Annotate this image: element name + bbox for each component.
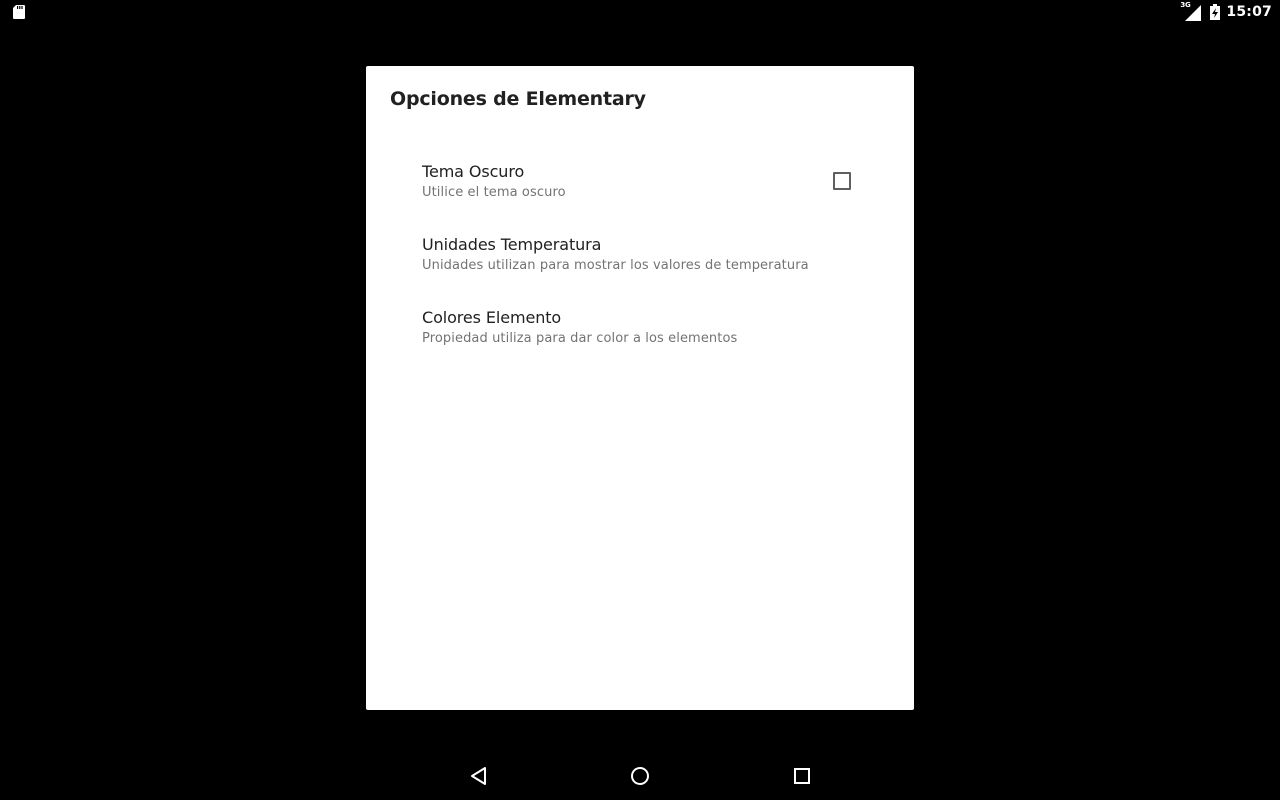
pref-summary: Utilice el tema oscuro (422, 185, 566, 200)
preference-list: Tema Oscuro Utilice el tema oscuro Unida… (366, 154, 914, 373)
recents-icon[interactable] (790, 764, 814, 788)
pref-item-dark-theme[interactable]: Tema Oscuro Utilice el tema oscuro (366, 154, 914, 227)
battery-charging-icon (1210, 4, 1221, 20)
screen: 3G 15:07 Opciones de Elementary Tema Osc… (0, 0, 1280, 800)
status-bar: 3G 15:07 (0, 0, 1280, 24)
clock: 15:07 (1226, 4, 1272, 20)
navigation-bar (0, 752, 1280, 800)
signal-icon: 3G (1180, 1, 1202, 21)
pref-summary: Propiedad utiliza para dar color a los e… (422, 331, 738, 346)
home-icon[interactable] (628, 764, 652, 788)
dark-theme-checkbox[interactable] (833, 172, 851, 190)
network-type-label: 3G (1180, 1, 1191, 9)
pref-item-element-colors[interactable]: Colores Elemento Propiedad utiliza para … (366, 300, 914, 373)
status-icons: 3G 15:07 (1180, 0, 1272, 24)
back-icon[interactable] (467, 764, 491, 788)
pref-summary: Unidades utilizan para mostrar los valor… (422, 258, 809, 273)
dialog-title: Opciones de Elementary (390, 88, 646, 110)
pref-title: Tema Oscuro (422, 162, 525, 181)
sd-card-icon (13, 5, 25, 19)
settings-dialog: Opciones de Elementary Tema Oscuro Utili… (366, 66, 914, 710)
pref-title: Colores Elemento (422, 308, 562, 327)
pref-item-temperature-units[interactable]: Unidades Temperatura Unidades utilizan p… (366, 227, 914, 300)
pref-title: Unidades Temperatura (422, 235, 602, 254)
